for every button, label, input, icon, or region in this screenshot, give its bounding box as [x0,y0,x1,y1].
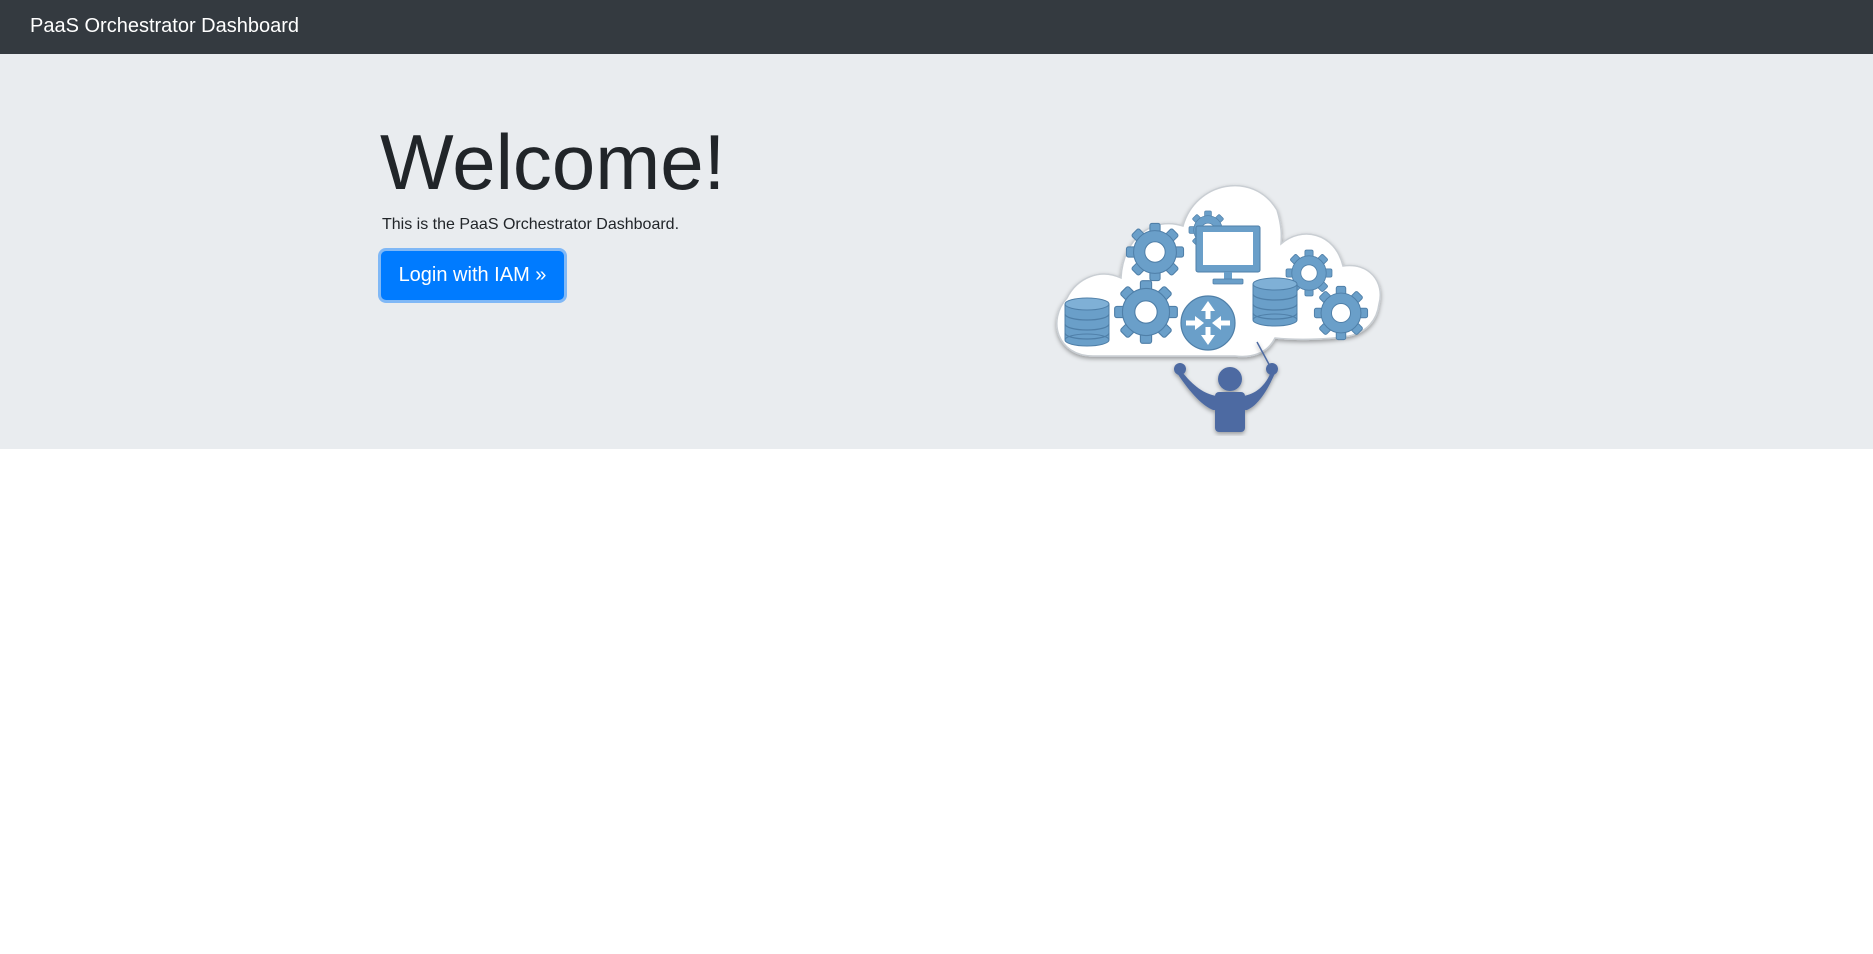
database-icon [1252,277,1298,327]
database-icon [1064,297,1110,347]
gear-icon [1313,285,1369,341]
welcome-lead-text: This is the PaaS Orchestrator Dashboard. [382,216,680,233]
navbar-brand[interactable]: PaaS Orchestrator Dashboard [30,14,299,38]
login-with-iam-button[interactable]: Login with IAM » [381,251,564,300]
cloud-orchestration-illustration [1045,170,1395,436]
page-title: Welcome! [380,118,726,206]
top-navbar: PaaS Orchestrator Dashboard [0,0,1873,54]
gear-icon [1125,222,1185,282]
gear-icon [1114,280,1178,344]
router-icon [1180,295,1236,351]
welcome-jumbotron: Welcome! This is the PaaS Orchestrator D… [0,54,1873,449]
